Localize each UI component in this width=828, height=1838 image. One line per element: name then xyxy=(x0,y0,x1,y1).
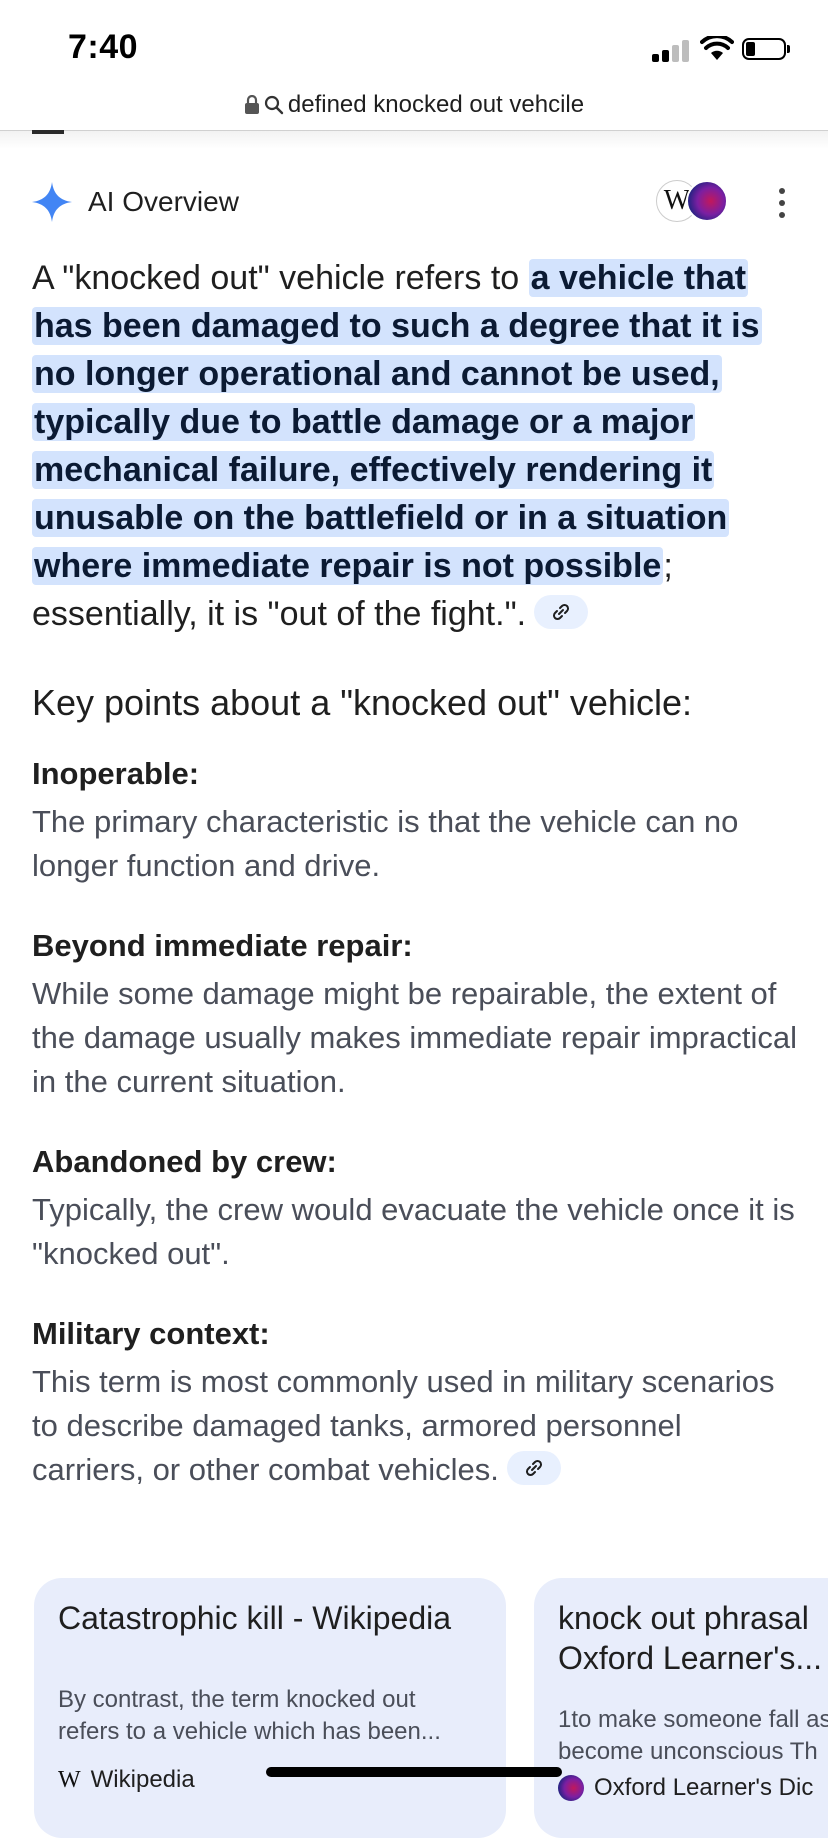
key-point-title: Inoperable: xyxy=(32,756,200,791)
source-card-snippet: 1to make someone fall asl xyxy=(558,1706,828,1733)
source-card-source: Oxford Learner's Dic xyxy=(558,1774,813,1802)
key-point-title: Military context: xyxy=(32,1316,270,1351)
home-indicator[interactable] xyxy=(266,1767,562,1777)
source-card-title: Catastrophic kill - Wikipedia xyxy=(58,1600,452,1636)
wifi-icon xyxy=(700,34,734,62)
source-card-snippet: refers to a vehicle which has been... xyxy=(58,1718,441,1745)
ai-overview-summary: A "knocked out" vehicle refers to a vehi… xyxy=(32,254,802,638)
ai-overview-header: AI Overview W xyxy=(32,180,796,226)
search-icon xyxy=(264,95,284,115)
link-icon xyxy=(553,603,570,621)
key-point: Beyond immediate repair: While some dama… xyxy=(32,924,802,1104)
source-avatars[interactable]: W xyxy=(656,180,752,226)
key-points-heading: Key points about a "knocked out" vehicle… xyxy=(32,682,692,723)
source-card-wikipedia[interactable]: Catastrophic kill - Wikipedia By contras… xyxy=(34,1578,506,1838)
ai-sparkle-icon xyxy=(32,182,72,222)
cellular-signal-icon xyxy=(652,38,692,62)
wikipedia-logo-icon: W xyxy=(58,1766,81,1793)
source-card-snippet: By contrast, the term knocked out xyxy=(58,1686,416,1713)
source-name: Wikipedia xyxy=(90,1766,195,1793)
oxford-logo-icon xyxy=(686,180,728,222)
link-icon xyxy=(525,1459,542,1476)
key-point: Military context: This term is most comm… xyxy=(32,1312,802,1492)
source-name: Oxford Learner's Dic xyxy=(594,1774,814,1801)
battery-icon xyxy=(742,38,792,62)
summary-highlight: a vehicle that has been damaged to such … xyxy=(32,259,762,585)
key-point-body: Typically, the crew would evacuate the v… xyxy=(32,1192,795,1271)
key-point: Abandoned by crew: Typically, the crew w… xyxy=(32,1140,802,1276)
toolbar-shadow xyxy=(0,131,828,149)
more-options-icon[interactable] xyxy=(768,188,796,218)
source-card-title-line: knock out phrasal xyxy=(558,1600,809,1636)
key-point-body: The primary characteristic is that the v… xyxy=(32,804,739,883)
summary-intro: A "knocked out" vehicle refers to xyxy=(32,259,529,297)
oxford-logo-icon xyxy=(558,1775,584,1801)
citation-link-button[interactable] xyxy=(506,1450,561,1485)
key-point: Inoperable: The primary characteristic i… xyxy=(32,752,802,888)
status-time: 7:40 xyxy=(68,28,139,66)
lock-icon xyxy=(244,95,259,114)
ai-overview-title: AI Overview xyxy=(88,186,239,217)
key-point-title: Abandoned by crew: xyxy=(32,1144,337,1179)
source-card-snippet: become unconscious Th xyxy=(558,1738,818,1765)
status-bar: 7:40 xyxy=(0,0,828,90)
source-card-source: W Wikipedia xyxy=(58,1766,195,1794)
source-card-title-line: Oxford Learner's... xyxy=(558,1640,822,1676)
key-point-body: While some damage might be repairable, t… xyxy=(32,976,797,1099)
source-card-title: knock out phrasal Oxford Learner's... xyxy=(558,1598,828,1678)
key-point-body: This term is most commonly used in milit… xyxy=(32,1360,802,1492)
key-point-body-text: This term is most commonly used in milit… xyxy=(32,1364,775,1487)
key-point-title: Beyond immediate repair: xyxy=(32,928,413,963)
source-card-oxford[interactable]: knock out phrasal Oxford Learner's... 1t… xyxy=(534,1578,828,1838)
citation-link-button[interactable] xyxy=(534,595,589,630)
search-query: defined knocked out vehcile xyxy=(287,91,585,118)
active-tab-indicator xyxy=(32,130,64,134)
address-bar[interactable]: defined knocked out vehcile xyxy=(0,82,828,128)
